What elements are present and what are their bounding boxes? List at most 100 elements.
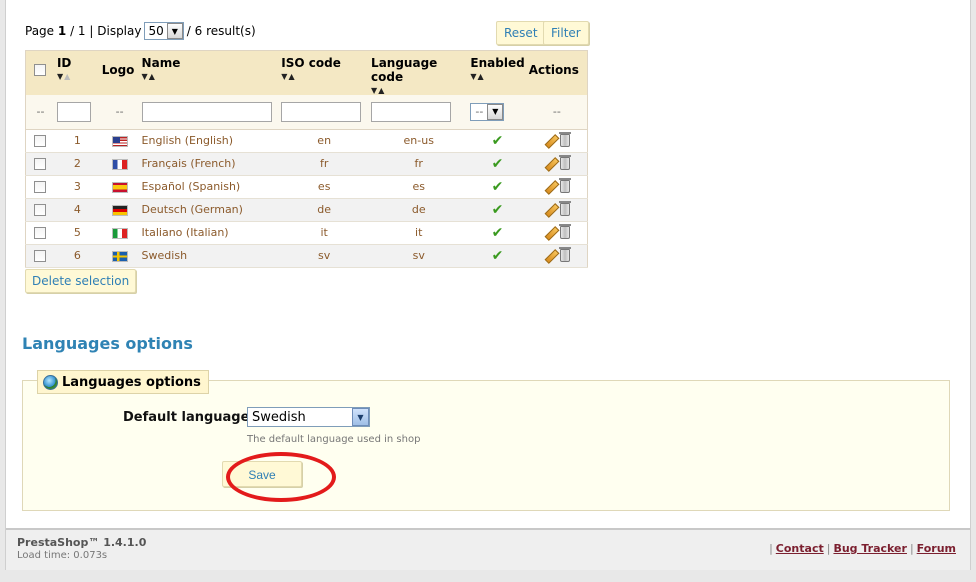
row-iso-code: en [279,129,370,153]
per-page-value: 50 [148,24,164,38]
fieldset-legend: Languages options [37,370,209,394]
check-icon[interactable]: ✔ [492,202,504,218]
delete-icon[interactable] [558,132,571,148]
table-row[interactable]: 5 Italiano (Italian) it it ✔ [25,221,588,245]
sort-arrows-icon[interactable]: ▼▲ [57,72,98,81]
table-row[interactable]: 4 Deutsch (German) de de ✔ [25,198,588,222]
default-language-hint: The default language used in shop [247,434,421,445]
delete-icon[interactable] [558,155,571,171]
row-checkbox[interactable] [34,250,47,262]
row-name: Français (French) [139,152,280,176]
sort-arrows-icon[interactable]: ▼▲ [371,86,466,95]
delete-selection-button[interactable]: Delete selection [25,269,137,293]
check-icon[interactable]: ✔ [492,133,504,149]
edit-icon[interactable] [544,204,556,216]
default-language-select[interactable]: Swedish ▼ [247,407,370,427]
per-page-select[interactable]: 50 ▼ [144,22,184,40]
filter-enabled-select[interactable]: -- ▼ [470,102,505,121]
chevron-down-icon[interactable]: ▼ [352,408,369,426]
edit-icon[interactable] [544,181,556,193]
table-row[interactable]: 6 Swedish sv sv ✔ [25,244,588,268]
row-iso-code: sv [279,244,370,268]
forum-link[interactable]: Forum [917,542,956,555]
current-page: 1 [57,24,67,38]
sort-arrows-icon[interactable]: ▼▲ [470,72,524,81]
page-label: Page [25,24,55,38]
row-language-code: sv [369,244,469,268]
load-time: Load time: 0.073s [17,550,108,561]
page-of-text: / 1 | Display [70,24,142,38]
edit-icon[interactable] [544,158,556,170]
sort-arrows-icon[interactable]: ▼▲ [281,72,367,81]
filter-name-input[interactable] [141,101,272,122]
column-logo: Logo [99,50,140,95]
chevron-down-icon[interactable]: ▼ [166,23,183,39]
row-language-code: it [369,221,469,245]
filter-placeholder: -- [36,105,45,119]
default-language-label: Default language: [123,410,255,425]
row-language-code: es [369,175,469,199]
column-enabled[interactable]: Enabled ▼▲ [468,50,527,95]
contact-link[interactable]: Contact [776,542,824,555]
table-row[interactable]: 2 Français (French) fr fr ✔ [25,152,588,176]
table-row[interactable]: 1 English (English) en en-us ✔ [25,129,588,153]
filter-placeholder: -- [552,105,561,119]
row-name: Español (Spanish) [139,175,280,199]
germany-flag-icon [111,204,128,216]
delete-icon[interactable] [558,201,571,217]
column-actions: Actions [526,50,588,95]
row-id: 3 [54,175,100,199]
footer: PrestaShop™ 1.4.1.0 Load time: 0.073s | … [6,528,970,570]
edit-icon[interactable] [544,227,556,239]
row-id: 5 [54,221,100,245]
row-checkbox[interactable] [34,181,47,193]
sweden-flag-icon [111,250,128,262]
italy-flag-icon [111,227,128,239]
row-checkbox[interactable] [34,227,47,239]
row-name: Italiano (Italian) [139,221,280,245]
column-iso-code[interactable]: ISO code ▼▲ [279,50,370,95]
delete-icon[interactable] [558,247,571,263]
reset-button[interactable]: Reset [496,21,546,45]
filter-row: -- -- -- ▼ -- [25,95,588,130]
admin-page: Page 1 / 1 | Display 50 ▼ / 6 result(s) … [5,0,971,570]
row-id: 2 [54,152,100,176]
row-language-code: de [369,198,469,222]
delete-icon[interactable] [558,178,571,194]
filter-placeholder: -- [115,105,124,119]
row-checkbox[interactable] [34,135,47,147]
chevron-down-icon[interactable]: ▼ [487,103,504,120]
column-name[interactable]: Name ▼▲ [139,50,280,95]
footer-links: | Contact | Bug Tracker | Forum [769,542,956,555]
row-checkbox[interactable] [34,204,47,216]
row-id: 1 [54,129,100,153]
filter-id-input[interactable] [56,101,91,122]
delete-icon[interactable] [558,224,571,240]
row-id: 4 [54,198,100,222]
row-language-code: en-us [369,129,469,153]
table-row[interactable]: 3 Español (Spanish) es es ✔ [25,175,588,199]
spain-flag-icon [111,181,128,193]
filter-iso-input[interactable] [281,101,362,122]
sort-arrows-icon[interactable]: ▼▲ [142,72,278,81]
row-checkbox[interactable] [34,158,47,170]
edit-icon[interactable] [544,135,556,147]
column-language-code[interactable]: Language code ▼▲ [369,50,469,95]
select-all-checkbox[interactable] [34,64,47,76]
check-icon[interactable]: ✔ [492,248,504,264]
row-iso-code: it [279,221,370,245]
check-icon[interactable]: ✔ [492,156,504,172]
bug-tracker-link[interactable]: Bug Tracker [833,542,907,555]
row-iso-code: es [279,175,370,199]
filter-button[interactable]: Filter [543,21,589,45]
save-button[interactable]: Save [222,461,302,487]
check-icon[interactable]: ✔ [492,179,504,195]
results-count: / 6 result(s) [186,24,256,38]
filter-language-code-input[interactable] [371,101,452,122]
check-icon[interactable]: ✔ [492,225,504,241]
row-name: Swedish [139,244,280,268]
pagination-bar: Page 1 / 1 | Display 50 ▼ / 6 result(s) [25,22,256,40]
version-text: PrestaShop™ 1.4.1.0 [17,536,147,549]
column-id[interactable]: ID ▼▲ [54,50,100,95]
edit-icon[interactable] [544,250,556,262]
